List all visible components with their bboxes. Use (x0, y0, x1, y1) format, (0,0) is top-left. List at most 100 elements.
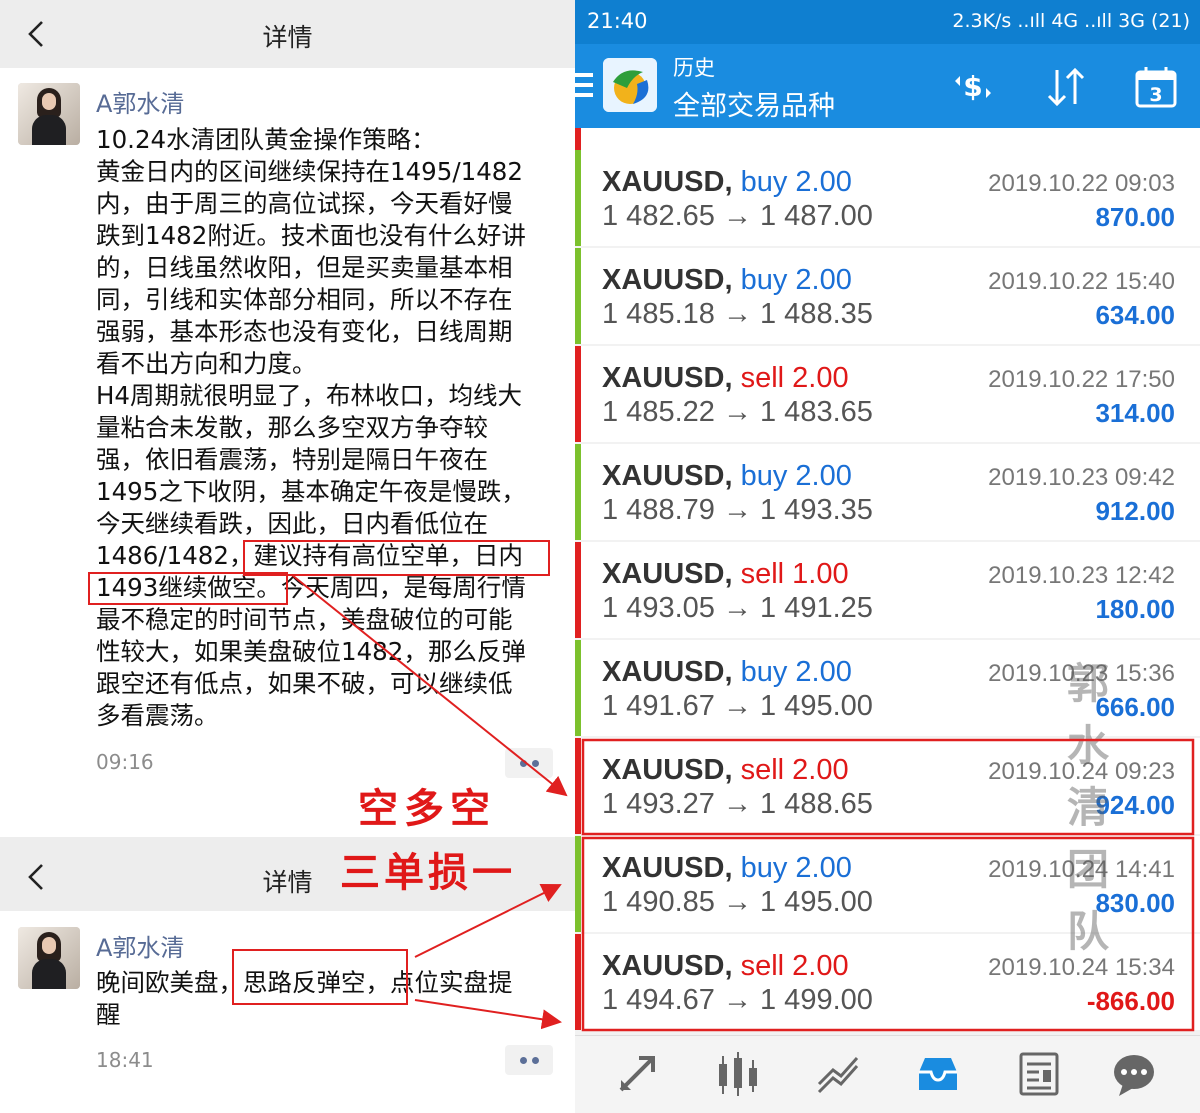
trade-side: buy (740, 852, 788, 884)
currency-filter-icon[interactable]: $ (950, 64, 996, 110)
trade-row[interactable]: XAUUSD, sell 1.00 1 493.05 → 1 491.25 2019… (575, 542, 1200, 638)
message-line: 多看震荡。 (96, 701, 219, 730)
toolbar-title[interactable]: 全部交易品种 (673, 84, 835, 123)
trade-profit: 912.00 (1095, 496, 1175, 526)
message-line: 性较大，如果美盘破位1482，那么反弹 (96, 637, 526, 666)
trade-prices: 1 485.22 → 1 483.65 (602, 396, 873, 428)
journal-icon[interactable] (1013, 1050, 1063, 1098)
message-line: 今天继续看跌，因此，日内看低位在 (96, 509, 488, 538)
message-line: 内，由于周三的高位试探，今天看好慢 (96, 189, 513, 218)
trade-row-partial[interactable] (575, 128, 1200, 150)
trade-row[interactable]: XAUUSD, buy 2.00 1 485.18 → 1 488.35 2019.… (575, 248, 1200, 344)
trade-volume: 2.00 (792, 362, 849, 394)
symbol-name: XAUUSD, (602, 754, 733, 786)
avatar[interactable] (18, 927, 80, 989)
status-bar: 21:40 2.3K/s ..ıll 4G ..ıll 3G (21) (575, 0, 1200, 44)
trade-side: buy (740, 460, 788, 492)
trade-profit: -866.00 (1086, 986, 1175, 1016)
toolbar-subtitle: 历史 (673, 56, 715, 80)
highlight-box (88, 572, 288, 605)
trade-side-bar (575, 444, 581, 540)
page-title: 详情 (262, 23, 313, 52)
watermark-char: 水 (1067, 721, 1110, 770)
message-time: 18:41 (96, 1048, 154, 1072)
more-options-button[interactable] (505, 1045, 553, 1075)
trade-volume: 2.00 (792, 754, 849, 786)
trade-symbol: XAUUSD, buy 2.00 (602, 460, 852, 493)
trade-symbol: XAUUSD, sell 2.00 (602, 950, 849, 983)
watermark-char: 队 (1067, 907, 1110, 956)
highlight-box (232, 949, 408, 1005)
message-line: 的，日线虽然收阳，但是买卖量基本相 (96, 253, 513, 282)
trade-prices: 1 494.67 → 1 499.00 (602, 984, 873, 1016)
trade-row[interactable]: XAUUSD, sell 2.00 1 485.22 → 1 483.65 2019… (575, 346, 1200, 442)
svg-text:$: $ (963, 70, 982, 103)
symbol-name: XAUUSD, (602, 362, 733, 394)
trade-row[interactable]: XAUUSD, buy 2.00 1 488.79 → 1 493.35 2019.… (575, 444, 1200, 540)
trade-datetime: 2019.10.23 12:42 (988, 562, 1175, 589)
trade-side: buy (740, 166, 788, 198)
annotation-text: 三单损一 (340, 849, 516, 896)
sort-icon[interactable] (1043, 64, 1089, 110)
symbol-name: XAUUSD, (602, 656, 733, 688)
trade-symbol: XAUUSD, sell 2.00 (602, 754, 849, 787)
trade-side: sell (740, 362, 785, 394)
message-line: 强弱，基本形态也没有变化，日线周期 (96, 317, 513, 346)
trade-profit: 314.00 (1095, 398, 1175, 428)
trade-symbol: XAUUSD, sell 1.00 (602, 558, 849, 591)
trade-side: sell (740, 558, 785, 590)
symbol-name: XAUUSD, (602, 852, 733, 884)
more-options-button[interactable] (505, 748, 553, 778)
trade-symbol: XAUUSD, buy 2.00 (602, 166, 852, 199)
trade-icon[interactable] (613, 1050, 663, 1098)
trade-symbol: XAUUSD, sell 2.00 (602, 362, 849, 395)
username[interactable]: A郭水清 (96, 84, 184, 119)
trade-prices: 1 491.67 → 1 495.00 (602, 690, 873, 722)
chat-icon[interactable] (1109, 1050, 1159, 1098)
menu-icon[interactable] (575, 73, 593, 97)
trade-volume: 1.00 (792, 558, 849, 590)
trade-side-bar (575, 346, 581, 442)
trade-profit: 180.00 (1095, 594, 1175, 624)
trade-row[interactable]: XAUUSD, buy 2.00 1 482.65 → 1 487.00 2019.… (575, 150, 1200, 246)
quotes-icon[interactable] (713, 1050, 763, 1098)
avatar[interactable] (18, 83, 80, 145)
trade-side-bar (575, 542, 581, 638)
trade-side-bar (575, 934, 581, 1030)
trade-side-bar (575, 836, 581, 932)
trade-volume: 2.00 (795, 852, 852, 884)
trade-volume: 2.00 (795, 656, 852, 688)
trade-symbol: XAUUSD, buy 2.00 (602, 852, 852, 885)
trade-prices: 1 493.27 → 1 488.65 (602, 788, 873, 820)
trade-prices: 1 485.18 → 1 488.35 (602, 298, 873, 330)
app-toolbar: 历史 全部交易品种 $ 3 (575, 44, 1200, 128)
message-line: 1495之下收阴，基本确定午夜是慢跌， (96, 477, 526, 506)
symbol-name: XAUUSD, (602, 950, 733, 982)
history-icon[interactable] (913, 1050, 963, 1098)
trade-datetime: 2019.10.22 17:50 (988, 366, 1175, 393)
message-line: 量粘合未发散，那么多空双方争夺较 (96, 413, 488, 442)
trade-profit: 870.00 (1095, 202, 1175, 232)
trade-profit: 634.00 (1095, 300, 1175, 330)
trade-history-panel: 21:40 2.3K/s ..ıll 4G ..ıll 3G (21) 历史 全… (575, 0, 1200, 1113)
symbol-name: XAUUSD, (602, 558, 733, 590)
trade-datetime: 2019.10.23 09:42 (988, 464, 1175, 491)
message-line: 同，引线和实体部分相同，所以不存在 (96, 285, 513, 314)
annotation-text: 空多空 (358, 785, 496, 832)
network-status: 2.3K/s ..ıll 4G ..ıll 3G (21) (952, 10, 1190, 32)
trade-side-bar (575, 150, 581, 246)
username[interactable]: A郭水清 (96, 928, 184, 963)
message-line: H4周期就很明显了，布林收口，均线大 (96, 381, 523, 410)
highlight-box (243, 540, 550, 576)
watermark-char: 清 (1067, 783, 1110, 832)
message-line: 看不出方向和力度。 (96, 349, 317, 378)
calendar-icon[interactable]: 3 (1133, 64, 1179, 110)
metatrader-logo-icon (603, 58, 657, 112)
message-time: 09:16 (96, 750, 154, 774)
bottom-tab-bar (575, 1035, 1200, 1113)
message-line: 跟空还有低点，如果不破，可以继续低 (96, 669, 513, 698)
trade-side-bar (575, 248, 581, 344)
message-line: 最不稳定的时间节点，美盘破位的可能 (96, 605, 513, 634)
chart-icon[interactable] (813, 1050, 863, 1098)
message-line: 10.24水清团队黄金操作策略： (96, 125, 436, 154)
